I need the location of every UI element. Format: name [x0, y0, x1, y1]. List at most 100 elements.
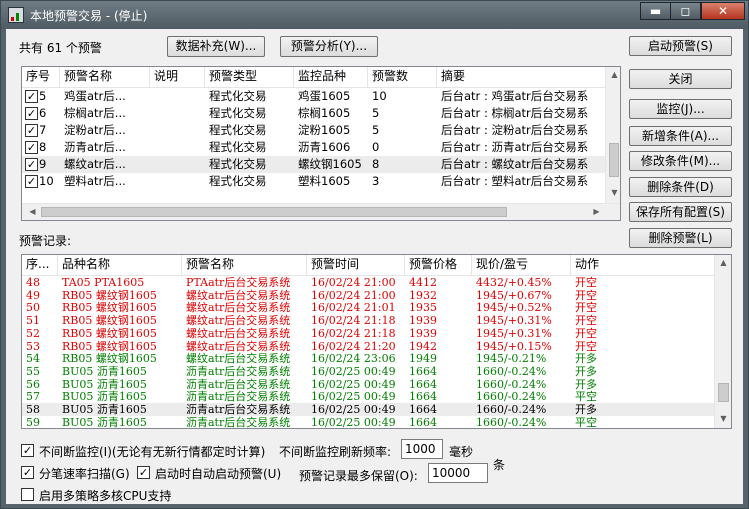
close-button[interactable]: 关闭 — [629, 69, 732, 89]
alert-enabled-checkbox[interactable]: ✓ — [25, 175, 38, 188]
alert-summary-cell: 后台atr : 螺纹atr后台交易系 — [441, 157, 589, 171]
record-row[interactable]: 54 RB05 螺纹钢1605 螺纹atr后台交易系统 16/02/24 23:06 1… — [22, 352, 714, 365]
col-header-name[interactable]: 预警名称 — [60, 67, 150, 87]
alert-no-cell: 8 — [39, 140, 47, 154]
rec-col-no[interactable]: 序... — [22, 255, 58, 275]
auto-start-checkbox[interactable]: ✓ — [137, 466, 150, 479]
delete-alert-button[interactable]: 删除预警(L) — [629, 228, 732, 248]
col-header-desc[interactable]: 说明 — [150, 67, 205, 87]
delete-condition-button[interactable]: 删除条件(D) — [629, 177, 732, 197]
record-symbol-cell: BU05 沥青1605 — [62, 415, 147, 429]
multicore-checkbox[interactable] — [21, 488, 34, 501]
max-records-input[interactable]: 10000 — [428, 463, 488, 483]
rec-col-name[interactable]: 预警名称 — [182, 255, 307, 275]
data-fill-button[interactable]: 数据补充(W)... — [167, 36, 265, 57]
record-time-cell: 16/02/25 00:49 — [311, 364, 396, 378]
alerts-list[interactable]: 序号 预警名称 说明 预警类型 监控品种 预警数 摘要 ✓ 5 鸡蛋atr后... 程… — [21, 66, 621, 221]
records-scroll-up-icon[interactable]: ▲ — [715, 258, 731, 267]
rec-col-symbol[interactable]: 品种名称 — [58, 255, 182, 275]
alert-enabled-checkbox[interactable]: ✓ — [25, 124, 38, 137]
alert-row[interactable]: ✓ 10 塑料atr后... 程式化交易 塑料1605 3 后台atr : 塑料atr后台交… — [22, 173, 605, 190]
record-no-cell: 50 — [26, 301, 40, 315]
minute-scan-label: 分笔速率扫描(G) — [39, 467, 130, 481]
record-name-cell: 螺纹atr后台交易系统 — [186, 288, 291, 302]
edit-condition-button[interactable]: 修改条件(M)... — [629, 151, 732, 171]
record-time-cell: 16/02/25 00:49 — [311, 377, 396, 391]
record-row[interactable]: 50 RB05 螺纹钢1605 螺纹atr后台交易系统 16/02/24 21:01 1… — [22, 301, 714, 314]
save-all-config-button[interactable]: 保存所有配置(S) — [629, 202, 732, 222]
record-row[interactable]: 53 RB05 螺纹钢1605 螺纹atr后台交易系统 16/02/24 21:20 1… — [22, 340, 714, 353]
record-row[interactable]: 58 BU05 沥青1605 沥青atr后台交易系统 16/02/25 00:49 16… — [22, 403, 714, 416]
record-pl-cell: 4432/+0.45% — [476, 276, 552, 289]
alert-symbol-cell: 淀粉1605 — [298, 123, 351, 137]
alerts-scroll-thumb[interactable] — [609, 143, 619, 177]
records-scroll-thumb[interactable] — [718, 383, 729, 402]
add-condition-button[interactable]: 新增条件(A)... — [629, 126, 732, 146]
record-row[interactable]: 52 RB05 螺纹钢1605 螺纹atr后台交易系统 16/02/24 21:18 1… — [22, 327, 714, 340]
alert-enabled-checkbox[interactable]: ✓ — [25, 90, 38, 103]
alert-enabled-checkbox[interactable]: ✓ — [25, 107, 38, 120]
close-window-button[interactable]: ✕ — [701, 2, 745, 20]
alert-type-cell: 程式化交易 — [209, 106, 267, 120]
rec-col-price[interactable]: 预警价格 — [405, 255, 472, 275]
alerts-hscroll-thumb[interactable] — [41, 207, 507, 217]
record-row[interactable]: 59 BU05 沥青1605 沥青atr后台交易系统 16/02/25 00:49 16… — [22, 415, 714, 429]
scroll-left-arrow-icon[interactable]: ◀ — [24, 207, 41, 216]
continuous-monitor-checkbox[interactable]: ✓ — [21, 444, 34, 457]
alert-enabled-checkbox[interactable]: ✓ — [25, 158, 38, 171]
alert-row[interactable]: ✓ 9 螺纹atr后... 程式化交易 螺纹钢1605 8 后台atr : 螺纹atr后台交… — [22, 156, 605, 173]
alert-no-cell: 9 — [39, 157, 47, 171]
rec-col-pl[interactable]: 现价/盈亏 — [472, 255, 571, 275]
records-list[interactable]: 序... 品种名称 预警名称 预警时间 预警价格 现价/盈亏 动作 48 TA05… — [21, 254, 732, 429]
title-bar[interactable]: 本地预警交易 - (停止) ▬ ◻ ✕ — [1, 1, 748, 29]
record-row[interactable]: 48 TA05 PTA1605 PTAatr后台交易系统 16/02/24 21:00… — [22, 276, 714, 289]
alerts-vertical-scrollbar[interactable]: ▲ ▼ — [605, 67, 620, 203]
record-row[interactable]: 56 BU05 沥青1605 沥青atr后台交易系统 16/02/25 00:49 16… — [22, 378, 714, 391]
record-action-cell: 开多 — [575, 403, 597, 416]
refresh-rate-input[interactable]: 1000 — [401, 439, 443, 459]
continuous-monitor-label: 不间断监控(I)(无论有无新行情都定时计算) — [39, 445, 266, 459]
col-header-count[interactable]: 预警数 — [368, 67, 437, 87]
alert-row[interactable]: ✓ 6 棕榈atr后... 程式化交易 棕榈1605 5 后台atr : 棕榈atr后台交易… — [22, 105, 605, 122]
alerts-horizontal-scrollbar[interactable]: ◀ ▶ — [22, 203, 620, 220]
col-header-symbol[interactable]: 监控品种 — [294, 67, 368, 87]
record-no-cell: 48 — [26, 276, 40, 289]
col-header-type[interactable]: 预警类型 — [205, 67, 294, 87]
record-row[interactable]: 57 BU05 沥青1605 沥青atr后台交易系统 16/02/25 00:49 16… — [22, 390, 714, 403]
alert-row[interactable]: ✓ 7 淀粉atr后... 程式化交易 淀粉1605 5 后台atr : 淀粉atr后台交易… — [22, 122, 605, 139]
record-action-cell: 开空 — [575, 339, 597, 353]
maximize-button[interactable]: ◻ — [670, 2, 701, 20]
alert-count-cell: 5 — [372, 106, 380, 120]
minute-scan-checkbox[interactable]: ✓ — [21, 466, 34, 479]
rec-col-action[interactable]: 动作 — [571, 255, 714, 275]
col-header-summary[interactable]: 摘要 — [437, 67, 605, 87]
scroll-right-arrow-icon[interactable]: ▶ — [588, 207, 605, 216]
alert-row[interactable]: ✓ 8 沥青atr后... 程式化交易 沥青1606 0 后台atr : 沥青atr后台交易… — [22, 139, 605, 156]
start-alert-button[interactable]: 启动预警(S) — [629, 36, 732, 56]
rec-col-time[interactable]: 预警时间 — [307, 255, 405, 275]
alert-enabled-checkbox[interactable]: ✓ — [25, 141, 38, 154]
record-time-cell: 16/02/24 21:18 — [311, 314, 396, 328]
record-row[interactable]: 51 RB05 螺纹钢1605 螺纹atr后台交易系统 16/02/24 21:18 1… — [22, 314, 714, 327]
records-scroll-down-icon[interactable]: ▼ — [715, 414, 731, 423]
record-row[interactable]: 55 BU05 沥青1605 沥青atr后台交易系统 16/02/25 00:49 16… — [22, 365, 714, 378]
record-price-cell: 1664 — [409, 364, 437, 378]
minimize-button[interactable]: ▬ — [640, 2, 671, 20]
record-no-cell: 49 — [26, 288, 40, 302]
record-time-cell: 16/02/25 00:49 — [311, 403, 396, 416]
alert-desc-cell — [150, 105, 205, 122]
alert-count-cell: 5 — [372, 123, 380, 137]
alert-summary-cell: 后台atr : 棕榈atr后台交易系 — [441, 106, 589, 120]
alert-summary-cell: 后台atr : 沥青atr后台交易系 — [441, 140, 589, 154]
alert-analysis-button[interactable]: 预警分析(Y)... — [280, 36, 378, 57]
alert-no-cell: 10 — [39, 174, 54, 188]
max-records-label: 预警记录最多保留(O): — [299, 469, 418, 483]
record-row[interactable]: 49 RB05 螺纹钢1605 螺纹atr后台交易系统 16/02/24 21:00 1… — [22, 289, 714, 302]
monitor-button[interactable]: 监控(J)... — [629, 99, 732, 119]
record-no-cell: 53 — [26, 339, 40, 353]
col-header-no[interactable]: 序号 — [22, 67, 60, 87]
scroll-down-arrow-icon[interactable]: ▼ — [606, 188, 620, 197]
records-vertical-scrollbar[interactable]: ▲ ▼ — [714, 255, 731, 428]
scroll-up-arrow-icon[interactable]: ▲ — [606, 70, 620, 79]
alert-row[interactable]: ✓ 5 鸡蛋atr后... 程式化交易 鸡蛋1605 10 后台atr : 鸡蛋atr后台交… — [22, 88, 605, 105]
